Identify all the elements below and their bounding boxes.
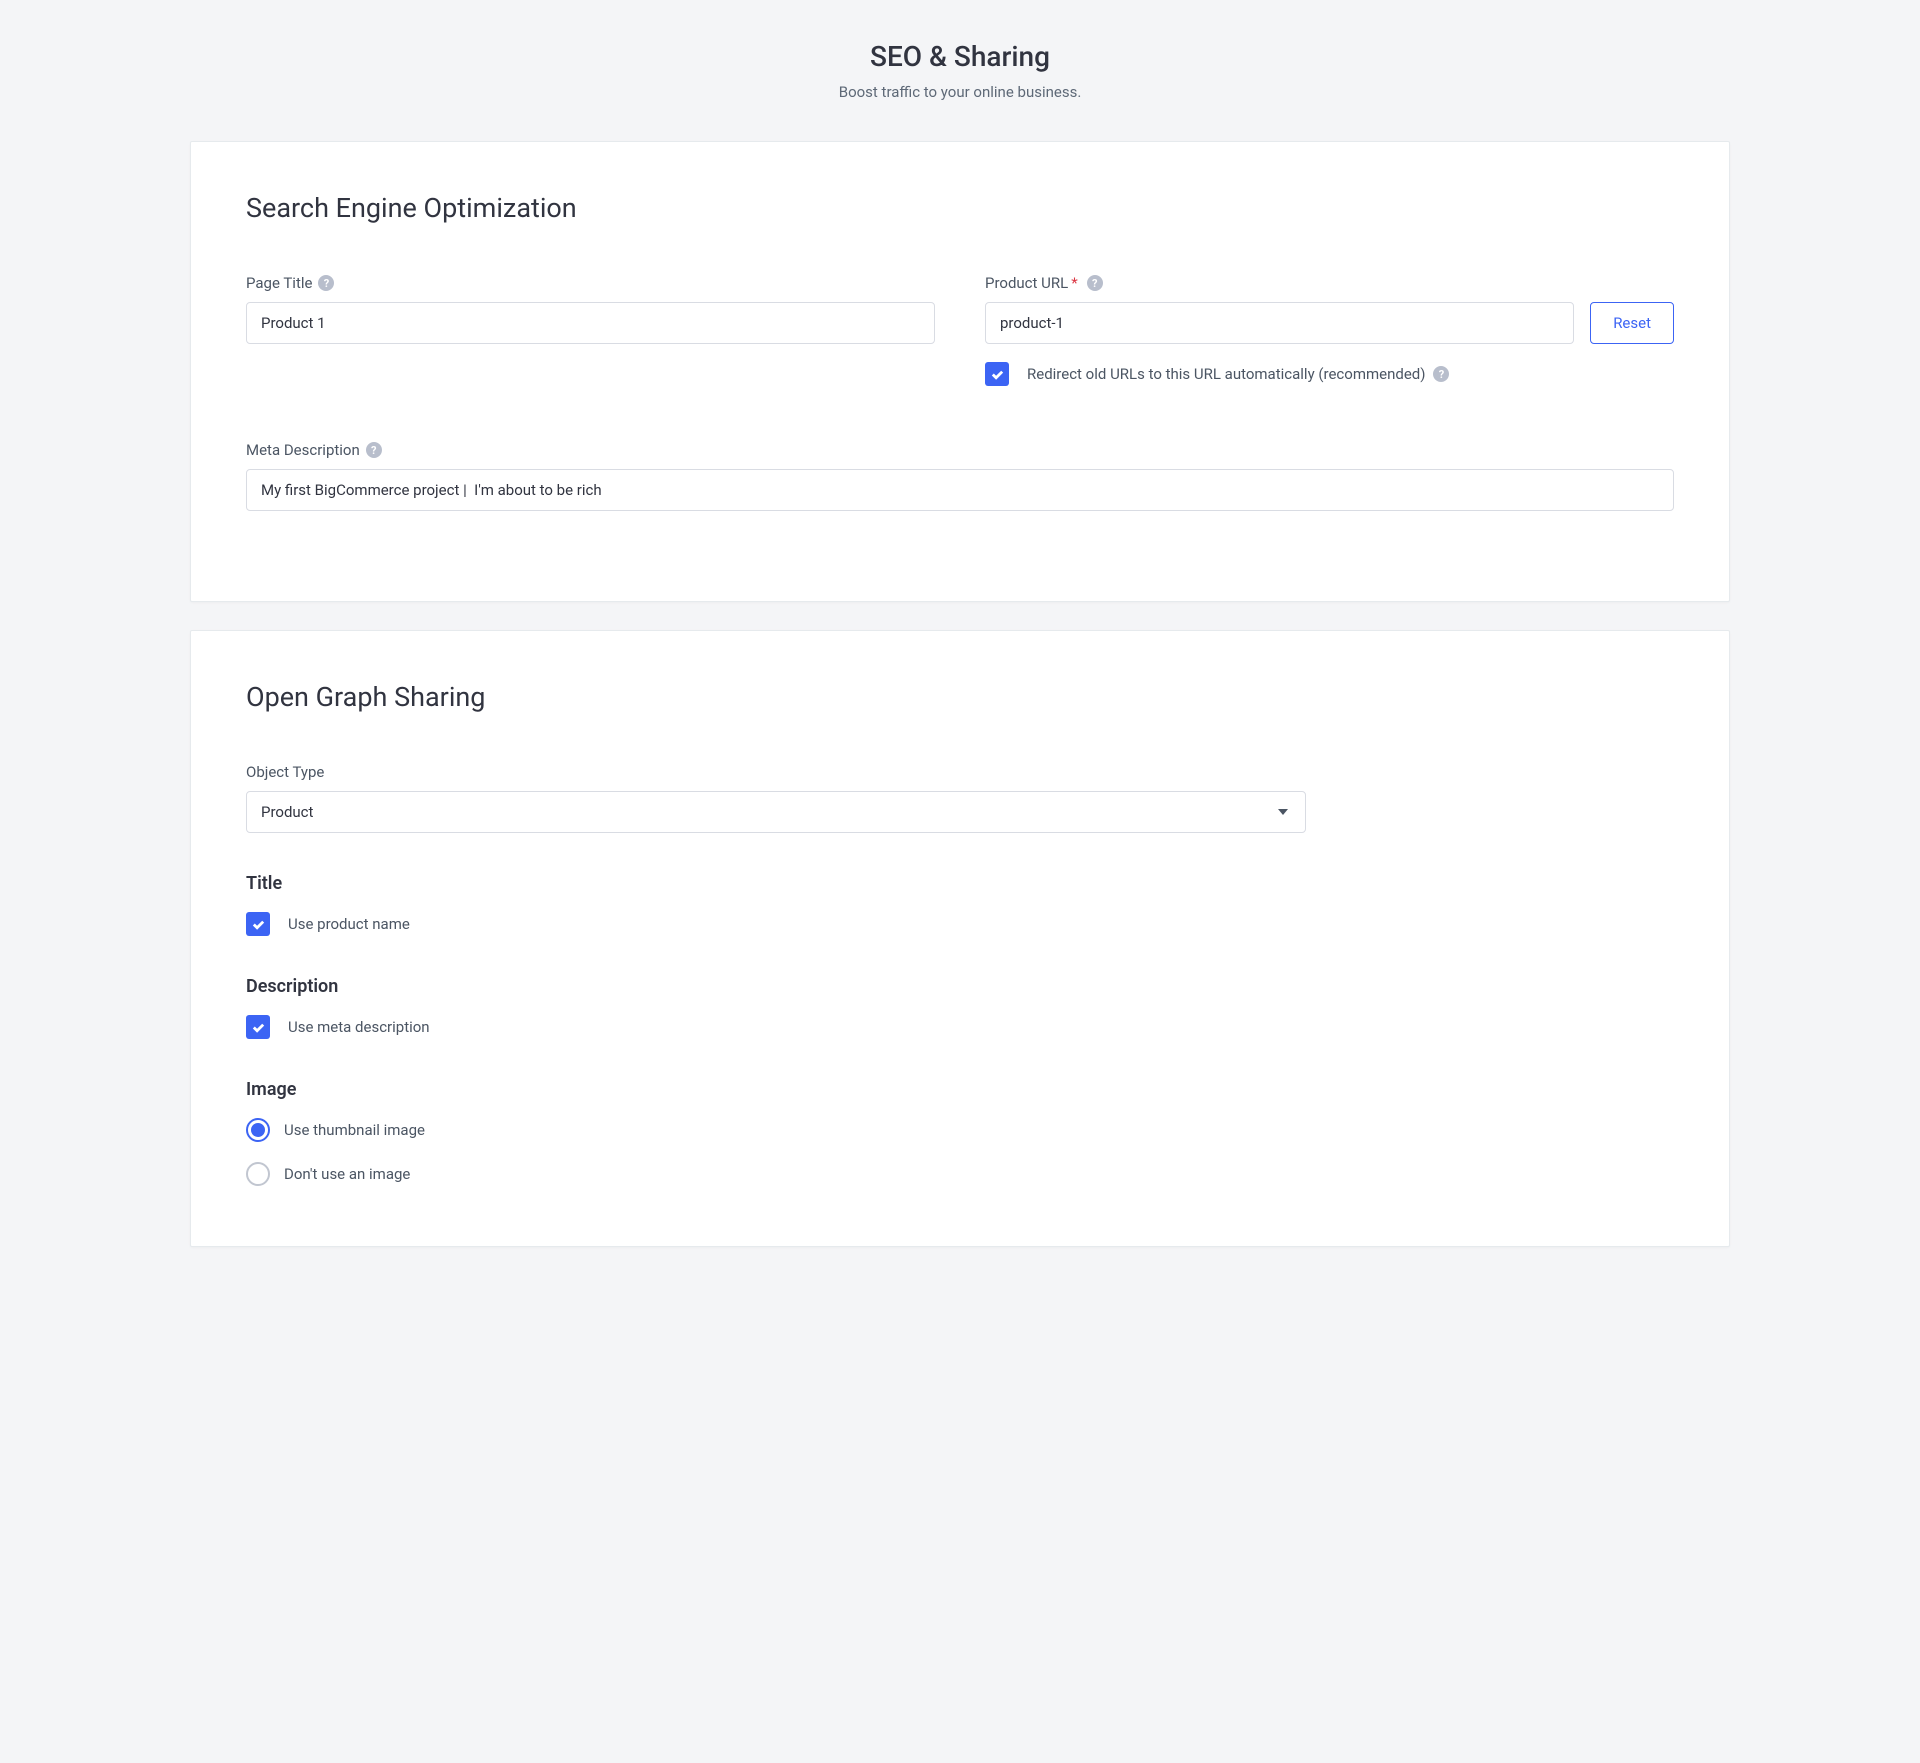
redirect-checkbox-label: Redirect old URLs to this URL automatica… (1027, 365, 1425, 383)
object-type-label: Object Type (246, 763, 1674, 781)
object-type-label-text: Object Type (246, 763, 324, 781)
use-meta-description-checkbox[interactable] (246, 1015, 270, 1039)
og-description-heading: Description (246, 976, 1674, 997)
og-image-heading: Image (246, 1079, 1674, 1100)
og-title-heading: Title (246, 873, 1674, 894)
opengraph-card: Open Graph Sharing Object Type Product T… (190, 630, 1730, 1247)
radio-dot (251, 1123, 265, 1137)
help-icon[interactable]: ? (1433, 366, 1449, 382)
no-image-radio[interactable] (246, 1162, 270, 1186)
meta-description-label: Meta Description ? (246, 441, 1674, 459)
use-meta-description-label: Use meta description (288, 1018, 430, 1036)
use-product-name-label: Use product name (288, 915, 410, 933)
check-icon (251, 1020, 266, 1035)
required-asterisk: * (1071, 274, 1077, 292)
product-url-label-text: Product URL (985, 274, 1068, 292)
page-title-label: Page Title ? (246, 274, 935, 292)
seo-card: Search Engine Optimization Page Title ? … (190, 141, 1730, 602)
opengraph-section-title: Open Graph Sharing (246, 681, 1674, 713)
object-type-select[interactable]: Product (246, 791, 1306, 833)
help-icon[interactable]: ? (1087, 275, 1103, 291)
help-icon[interactable]: ? (366, 442, 382, 458)
seo-section-title: Search Engine Optimization (246, 192, 1674, 224)
meta-description-label-text: Meta Description (246, 441, 360, 459)
check-icon (990, 367, 1005, 382)
check-icon (251, 917, 266, 932)
use-product-name-checkbox[interactable] (246, 912, 270, 936)
meta-description-input[interactable] (246, 469, 1674, 511)
page-title: SEO & Sharing (190, 40, 1730, 73)
page-subtitle: Boost traffic to your online business. (190, 83, 1730, 101)
redirect-checkbox[interactable] (985, 362, 1009, 386)
product-url-label: Product URL * ? (985, 274, 1674, 292)
reset-button[interactable]: Reset (1590, 302, 1674, 344)
product-url-input[interactable] (985, 302, 1574, 344)
page-title-input[interactable] (246, 302, 935, 344)
no-image-label: Don't use an image (284, 1165, 410, 1183)
use-thumbnail-label: Use thumbnail image (284, 1121, 425, 1139)
page-title-label-text: Page Title (246, 274, 312, 292)
use-thumbnail-radio[interactable] (246, 1118, 270, 1142)
help-icon[interactable]: ? (318, 275, 334, 291)
